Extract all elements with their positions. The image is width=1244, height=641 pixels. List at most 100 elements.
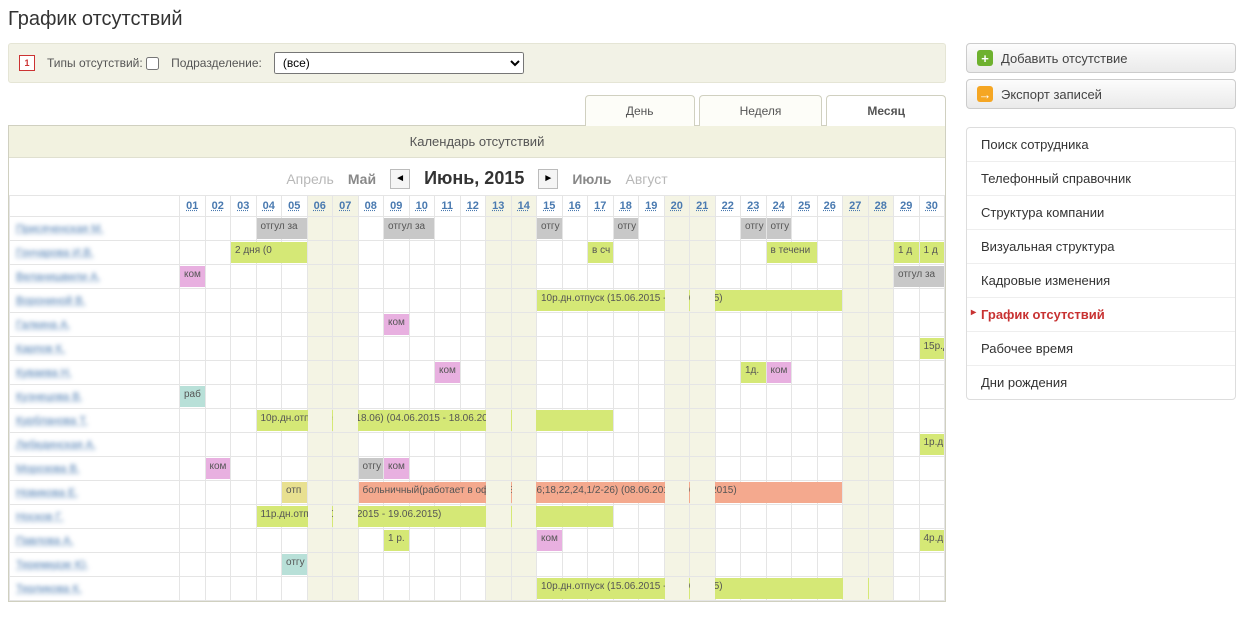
day-cell[interactable]	[409, 241, 435, 265]
day-cell[interactable]	[486, 265, 512, 289]
employee-name[interactable]: Терликова К.	[10, 577, 180, 601]
day-cell[interactable]	[409, 433, 435, 457]
day-cell[interactable]: раб	[180, 385, 206, 409]
nav-item[interactable]: Дни рождения	[967, 366, 1235, 399]
day-cell[interactable]	[409, 265, 435, 289]
day-cell[interactable]	[231, 433, 257, 457]
day-cell[interactable]	[384, 577, 410, 601]
day-cell[interactable]	[817, 577, 843, 601]
day-cell[interactable]	[613, 481, 639, 505]
day-header[interactable]: 10	[409, 196, 435, 217]
day-cell[interactable]	[537, 313, 563, 337]
day-cell[interactable]	[307, 265, 333, 289]
day-cell[interactable]	[817, 361, 843, 385]
day-cell[interactable]: 10р.дн.отпуск (15.06.2015 - 26.06.2015)	[537, 289, 563, 313]
day-cell[interactable]	[358, 289, 384, 313]
day-cell[interactable]	[766, 409, 792, 433]
day-cell[interactable]	[664, 217, 690, 241]
day-cell[interactable]: отгул за	[384, 217, 410, 241]
day-cell[interactable]	[868, 337, 894, 361]
day-cell[interactable]	[409, 313, 435, 337]
day-cell[interactable]	[537, 553, 563, 577]
day-cell[interactable]	[205, 337, 231, 361]
day-cell[interactable]	[307, 241, 333, 265]
day-cell[interactable]	[817, 337, 843, 361]
day-header[interactable]: 21	[690, 196, 716, 217]
absence-entry[interactable]: отгу	[282, 554, 307, 575]
day-cell[interactable]: отгу	[358, 457, 384, 481]
absence-entry[interactable]: отп	[282, 482, 307, 503]
day-cell[interactable]	[792, 505, 818, 529]
employee-name[interactable]: Теремидзе Ю.	[10, 553, 180, 577]
day-cell[interactable]	[486, 577, 512, 601]
day-cell[interactable]	[486, 457, 512, 481]
day-cell[interactable]	[511, 313, 537, 337]
types-checkbox[interactable]	[146, 57, 159, 70]
day-cell[interactable]	[843, 529, 869, 553]
day-cell[interactable]	[180, 529, 206, 553]
day-cell[interactable]	[256, 481, 282, 505]
day-cell[interactable]	[537, 481, 563, 505]
nav-item[interactable]: Телефонный справочник	[967, 162, 1235, 196]
day-cell[interactable]	[460, 337, 486, 361]
day-cell[interactable]	[792, 385, 818, 409]
day-cell[interactable]	[256, 457, 282, 481]
day-cell[interactable]	[460, 529, 486, 553]
nav-item[interactable]: Рабочее время	[967, 332, 1235, 366]
day-cell[interactable]	[919, 457, 945, 481]
day-cell[interactable]	[588, 385, 614, 409]
day-cell[interactable]	[435, 457, 461, 481]
day-cell[interactable]	[511, 553, 537, 577]
day-cell[interactable]: отгу	[766, 217, 792, 241]
day-cell[interactable]	[766, 457, 792, 481]
day-cell[interactable]	[690, 409, 716, 433]
day-cell[interactable]	[384, 505, 410, 529]
day-cell[interactable]: 2 дня (0	[231, 241, 257, 265]
day-header[interactable]: 13	[486, 196, 512, 217]
day-cell[interactable]	[460, 433, 486, 457]
day-cell[interactable]	[486, 433, 512, 457]
day-cell[interactable]	[282, 265, 308, 289]
day-cell[interactable]	[639, 409, 665, 433]
day-cell[interactable]	[741, 481, 767, 505]
day-cell[interactable]	[435, 337, 461, 361]
day-cell[interactable]	[460, 217, 486, 241]
day-cell[interactable]	[613, 553, 639, 577]
day-cell[interactable]	[843, 433, 869, 457]
day-cell[interactable]	[894, 433, 920, 457]
day-cell[interactable]	[792, 361, 818, 385]
month-prev[interactable]: Май	[348, 171, 376, 187]
day-cell[interactable]: ком	[435, 361, 461, 385]
day-cell[interactable]	[486, 481, 512, 505]
day-cell[interactable]	[307, 361, 333, 385]
day-cell[interactable]	[664, 553, 690, 577]
day-cell[interactable]	[435, 433, 461, 457]
day-cell[interactable]	[868, 553, 894, 577]
day-cell[interactable]	[282, 313, 308, 337]
day-cell[interactable]	[919, 505, 945, 529]
day-cell[interactable]: 11р.дн.отпуск (04.06.2015 - 19.06.2015)	[256, 505, 282, 529]
day-cell[interactable]	[231, 337, 257, 361]
day-cell[interactable]	[817, 505, 843, 529]
day-cell[interactable]	[919, 265, 945, 289]
absence-entry[interactable]: отгу	[767, 218, 792, 239]
day-cell[interactable]	[741, 409, 767, 433]
day-cell[interactable]	[358, 529, 384, 553]
absence-entry[interactable]: ком	[384, 458, 409, 479]
day-cell[interactable]	[205, 529, 231, 553]
day-cell[interactable]	[792, 577, 818, 601]
day-cell[interactable]	[690, 289, 716, 313]
day-cell[interactable]	[231, 457, 257, 481]
day-cell[interactable]	[460, 361, 486, 385]
day-cell[interactable]	[282, 457, 308, 481]
day-cell[interactable]	[282, 289, 308, 313]
day-cell[interactable]: отгул за	[894, 265, 920, 289]
day-cell[interactable]	[486, 337, 512, 361]
day-cell[interactable]	[205, 433, 231, 457]
day-cell[interactable]	[588, 217, 614, 241]
employee-name[interactable]: Лебединская А.	[10, 433, 180, 457]
day-cell[interactable]	[562, 409, 588, 433]
day-cell[interactable]	[256, 241, 282, 265]
absence-entry[interactable]: 4р.д	[920, 530, 945, 551]
day-cell[interactable]	[741, 241, 767, 265]
